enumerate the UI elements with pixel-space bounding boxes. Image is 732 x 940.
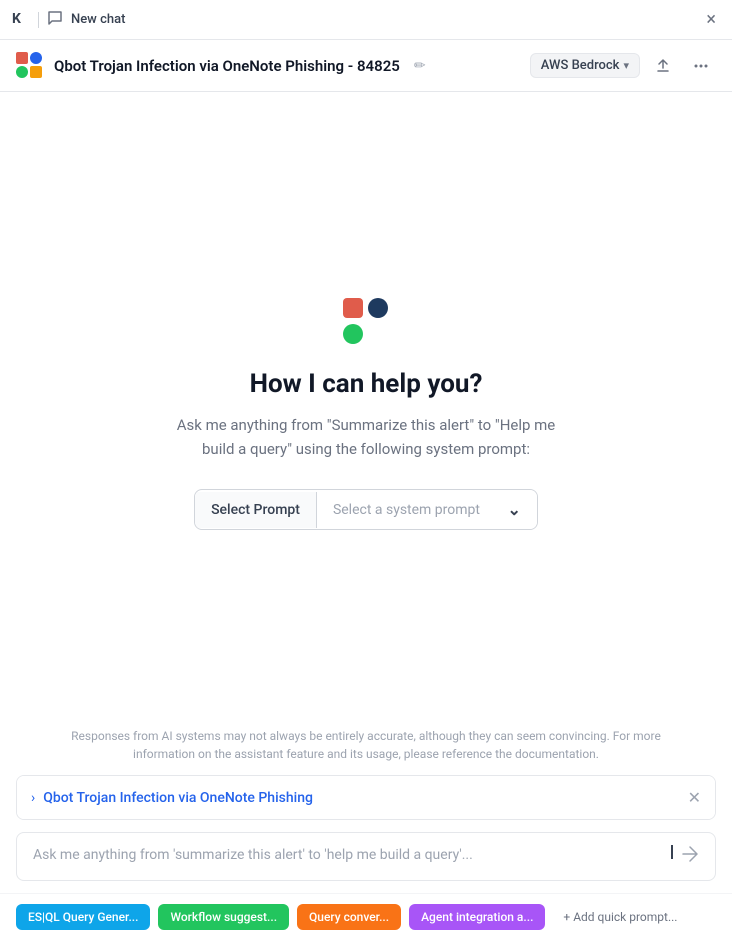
chat-input-container: Ask me anything from 'summarize this ale…	[16, 832, 716, 881]
edit-icon[interactable]: ✏	[414, 58, 426, 74]
disclaimer-text: Responses from AI systems may not always…	[0, 715, 732, 775]
alert-title: Qbot Trojan Infection via OneNote Phishi…	[43, 790, 313, 806]
send-button[interactable]	[681, 845, 699, 868]
chat-title: Qbot Trojan Infection via OneNote Phishi…	[54, 57, 400, 75]
quick-prompt-agent[interactable]: Agent integration a...	[409, 904, 545, 930]
share-button[interactable]	[648, 51, 678, 81]
more-options-button[interactable]	[686, 51, 716, 81]
system-prompt-selector[interactable]: Select Prompt Select a system prompt ⌄	[194, 489, 538, 530]
header-right: AWS Bedrock ▾	[530, 51, 716, 81]
aws-provider-button[interactable]: AWS Bedrock ▾	[530, 53, 640, 78]
quick-prompt-esql[interactable]: ES|QL Query Gener...	[16, 904, 150, 930]
quick-prompts-bar: ES|QL Query Gener... Workflow suggest...…	[0, 893, 732, 940]
alert-expand-icon[interactable]: ›	[31, 790, 35, 806]
select-prompt-value: Select a system prompt	[333, 502, 480, 518]
alert-header-left: › Qbot Trojan Infection via OneNote Phis…	[31, 790, 313, 806]
welcome-area: How I can help you? Ask me anything from…	[0, 92, 732, 715]
quick-prompt-workflow[interactable]: Workflow suggest...	[158, 904, 289, 930]
k-logo-icon: K	[12, 11, 30, 29]
chat-bubble-icon	[47, 10, 63, 30]
welcome-heading: How I can help you?	[250, 369, 483, 399]
header-bar: Qbot Trojan Infection via OneNote Phishi…	[0, 40, 732, 92]
provider-chevron-icon: ▾	[623, 59, 629, 72]
select-prompt-dropdown[interactable]: Select a system prompt ⌄	[317, 490, 537, 529]
header-left: Qbot Trojan Infection via OneNote Phishi…	[16, 52, 426, 80]
app-logo-icon	[16, 52, 44, 80]
alert-header: › Qbot Trojan Infection via OneNote Phis…	[17, 776, 715, 819]
brand-logo-icon	[342, 297, 390, 345]
quick-prompt-query[interactable]: Query conver...	[297, 904, 401, 930]
chat-input-placeholder[interactable]: Ask me anything from 'summarize this ale…	[33, 845, 669, 866]
alert-close-button[interactable]: ✕	[688, 788, 701, 807]
new-chat-label: New chat	[71, 12, 125, 27]
add-quick-prompt-button[interactable]: + Add quick prompt...	[553, 904, 687, 930]
top-bar: K New chat ×	[0, 0, 732, 40]
aws-label: AWS Bedrock	[541, 58, 620, 73]
close-button[interactable]: ×	[702, 7, 720, 33]
main-content: How I can help you? Ask me anything from…	[0, 92, 732, 940]
dropdown-chevron-icon: ⌄	[508, 500, 521, 519]
cursor-indicator	[671, 845, 673, 859]
top-bar-left: K New chat	[12, 10, 125, 30]
select-prompt-label: Select Prompt	[195, 492, 317, 528]
welcome-subtitle: Ask me anything from "Summarize this ale…	[176, 413, 556, 461]
top-bar-divider	[38, 12, 39, 28]
alert-panel: › Qbot Trojan Infection via OneNote Phis…	[16, 775, 716, 820]
